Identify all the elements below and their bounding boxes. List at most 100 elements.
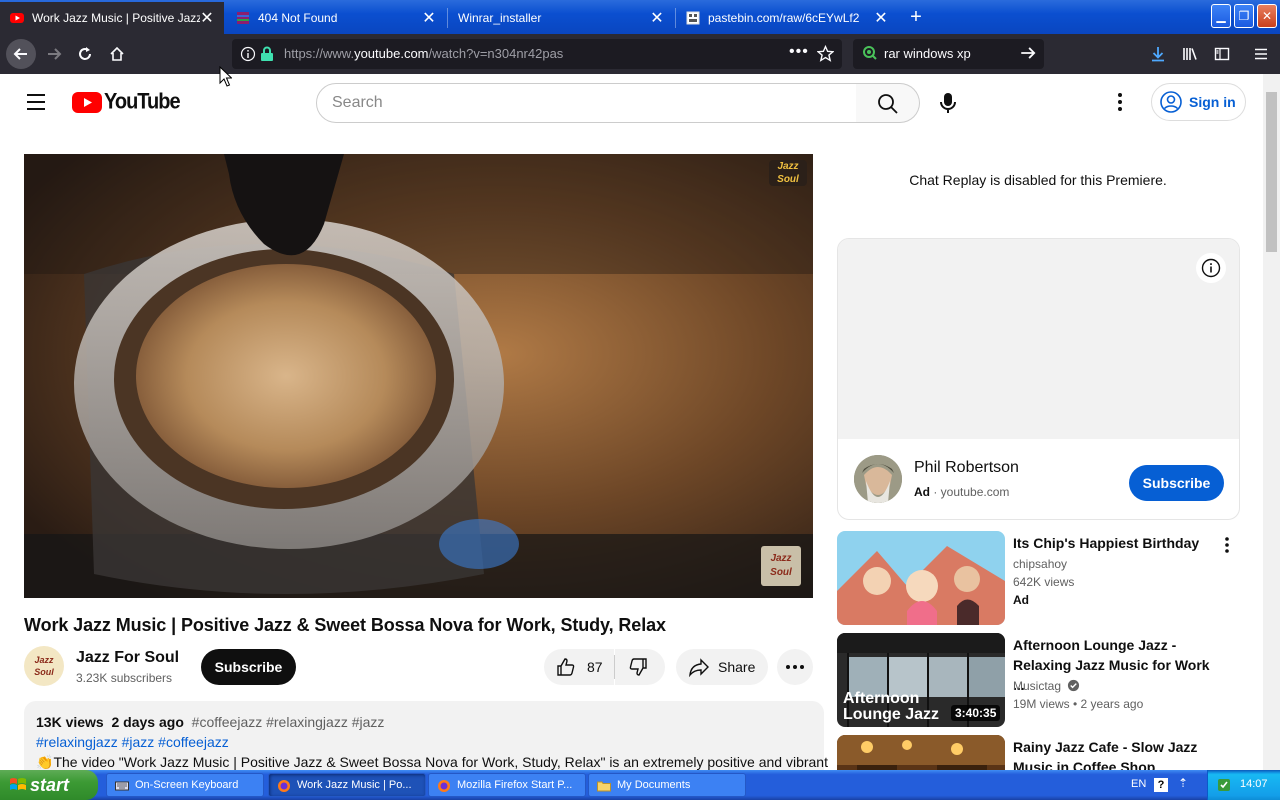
tab-close-icon[interactable]: ✕ bbox=[650, 8, 664, 28]
task-label: Mozilla Firefox Start P... bbox=[457, 779, 573, 791]
ad-info-button[interactable] bbox=[1196, 253, 1226, 283]
search-input[interactable]: Search bbox=[316, 83, 857, 123]
home-button[interactable] bbox=[103, 40, 131, 68]
pastebin-favicon-icon bbox=[686, 11, 700, 25]
recommendation-item[interactable]: Rainy Jazz Cafe - Slow Jazz Music in Cof… bbox=[837, 735, 1240, 770]
dislike-button[interactable] bbox=[615, 649, 665, 685]
sidebar-toggle-button[interactable] bbox=[1208, 40, 1236, 68]
forward-button[interactable] bbox=[40, 40, 68, 68]
tab-winrar-installer[interactable]: Winrar_installer ✕ bbox=[448, 2, 674, 34]
restore-button[interactable]: ❐ bbox=[1234, 4, 1254, 28]
hamburger-menu-icon bbox=[27, 94, 45, 110]
hashtags-inline[interactable]: #coffeejazz #relaxingjazz #jazz bbox=[192, 714, 385, 730]
tab-close-icon[interactable]: ✕ bbox=[874, 8, 888, 28]
language-indicator[interactable]: EN bbox=[1131, 778, 1146, 790]
recommendation-channel[interactable]: chipsahoy bbox=[1013, 557, 1067, 571]
subscribe-button[interactable]: Subscribe bbox=[201, 649, 296, 685]
tab-404[interactable]: 404 Not Found ✕ bbox=[226, 2, 446, 34]
info-icon bbox=[1201, 258, 1221, 278]
page-actions-icon[interactable]: ••• bbox=[789, 43, 809, 61]
start-button[interactable]: start bbox=[0, 770, 98, 800]
tab-close-icon[interactable]: ✕ bbox=[422, 8, 436, 28]
url-text[interactable]: https://www.youtube.com/watch?v=n304nr42… bbox=[284, 46, 563, 61]
microphone-icon bbox=[940, 93, 956, 113]
video-player[interactable]: Jazz Soul Jazz Soul bbox=[24, 154, 813, 598]
site-info-icon[interactable] bbox=[240, 46, 256, 65]
page-scrollbar[interactable] bbox=[1263, 74, 1280, 770]
downloads-button[interactable] bbox=[1144, 40, 1172, 68]
minimize-button[interactable]: ▁ bbox=[1211, 4, 1231, 28]
voice-search-button[interactable] bbox=[938, 92, 958, 119]
video-description[interactable]: 13K views 2 days ago #coffeejazz #relaxi… bbox=[24, 701, 828, 770]
tab-pastebin[interactable]: pastebin.com/raw/6cEYwLf2 ✕ bbox=[676, 2, 898, 34]
search-bar-text[interactable]: rar windows xp bbox=[884, 46, 971, 61]
more-horizontal-icon bbox=[786, 665, 804, 669]
share-button[interactable]: Share bbox=[676, 649, 768, 685]
task-label: Work Jazz Music | Po... bbox=[297, 779, 412, 791]
verified-badge-icon bbox=[1068, 679, 1080, 692]
recommendation-thumbnail[interactable] bbox=[837, 531, 1005, 625]
tab-close-icon[interactable]: ✕ bbox=[200, 8, 214, 28]
recommendation-title[interactable]: Its Chip's Happiest Birthday bbox=[1013, 533, 1213, 553]
library-button[interactable] bbox=[1176, 40, 1204, 68]
recommendation-item[interactable]: Its Chip's Happiest Birthday chipsahoy 6… bbox=[837, 531, 1240, 627]
youtube-logo[interactable]: YouTube bbox=[72, 90, 181, 114]
more-actions-button[interactable] bbox=[777, 649, 813, 685]
like-button[interactable]: 87 bbox=[544, 649, 614, 685]
bookmark-star-icon[interactable] bbox=[816, 44, 835, 65]
back-button[interactable] bbox=[6, 39, 36, 69]
recommendation-menu-button[interactable] bbox=[1217, 535, 1237, 560]
taskbar-item-firefox-youtube[interactable]: Work Jazz Music | Po... bbox=[268, 773, 426, 797]
recommendation-title[interactable]: Rainy Jazz Cafe - Slow Jazz Music in Cof… bbox=[1013, 737, 1213, 770]
new-tab-button[interactable]: + bbox=[906, 4, 926, 30]
hashtags-line[interactable]: #relaxingjazz #jazz #coffeejazz bbox=[36, 734, 229, 750]
clock[interactable]: 14:07 bbox=[1240, 778, 1268, 790]
recommendation-thumbnail[interactable]: Afternoon Lounge Jazz 3:40:35 bbox=[837, 633, 1005, 727]
youtube-play-logo-icon bbox=[72, 92, 102, 113]
channel-branding-watermark[interactable]: Jazz Soul bbox=[761, 546, 801, 586]
taskbar-item-firefox-start[interactable]: Mozilla Firefox Start P... bbox=[428, 773, 586, 797]
recommendation-item[interactable]: Afternoon Lounge Jazz 3:40:35 Afternoon … bbox=[837, 633, 1240, 729]
clapping-emoji-icon: 👏 bbox=[36, 754, 54, 770]
taskbar-item-onscreen-keyboard[interactable]: On-Screen Keyboard bbox=[106, 773, 264, 797]
ad-card[interactable]: Phil Robertson Ad · youtube.com Subscrib… bbox=[837, 238, 1240, 520]
channel-avatar[interactable]: Jazz Soul bbox=[24, 646, 64, 686]
settings-menu-button[interactable] bbox=[1110, 91, 1130, 118]
search-go-icon[interactable] bbox=[1019, 44, 1037, 65]
windows-taskbar: start On-Screen Keyboard Work Jazz Music… bbox=[0, 770, 1280, 800]
forward-arrow-icon bbox=[48, 48, 62, 60]
tab-label: 404 Not Found bbox=[258, 11, 338, 25]
app-menu-button[interactable] bbox=[1247, 40, 1275, 68]
reload-button[interactable] bbox=[71, 40, 99, 68]
recommendation-thumbnail[interactable] bbox=[837, 735, 1005, 770]
advertiser-name[interactable]: Phil Robertson bbox=[914, 459, 1019, 477]
ad-media-area[interactable] bbox=[838, 239, 1239, 439]
task-label: On-Screen Keyboard bbox=[135, 779, 239, 791]
recommendation-channel[interactable]: Musictag bbox=[1013, 679, 1080, 693]
guide-menu-button[interactable] bbox=[24, 92, 48, 117]
search-bar[interactable]: rar windows xp bbox=[853, 39, 1044, 69]
search-engine-icon[interactable] bbox=[862, 45, 878, 64]
ad-meta: Ad · youtube.com bbox=[914, 485, 1010, 499]
taskbar-item-my-documents[interactable]: My Documents bbox=[588, 773, 746, 797]
hamburger-menu-icon bbox=[1255, 48, 1267, 60]
channel-name[interactable]: Jazz For Soul bbox=[76, 649, 179, 667]
close-window-button[interactable]: ✕ bbox=[1257, 4, 1277, 28]
share-arrow-icon bbox=[689, 658, 709, 677]
firefox-icon bbox=[278, 780, 290, 792]
tab-youtube[interactable]: Work Jazz Music | Positive Jazz & S ✕ bbox=[0, 2, 224, 34]
language-bar-options-icon[interactable]: ⇡ bbox=[1178, 776, 1188, 790]
more-vertical-icon bbox=[1118, 93, 1122, 111]
subscriber-count: 3.23K subscribers bbox=[76, 671, 173, 685]
sign-in-button[interactable]: Sign in bbox=[1151, 83, 1246, 121]
chat-replay-note: Chat Replay is disabled for this Premier… bbox=[909, 172, 1167, 188]
address-bar[interactable]: https://www.youtube.com/watch?v=n304nr42… bbox=[232, 39, 842, 69]
ad-subscribe-button[interactable]: Subscribe bbox=[1129, 465, 1224, 501]
network-tray-icon bbox=[1218, 779, 1230, 791]
channel-watermark: Jazz Soul bbox=[769, 160, 807, 186]
search-button[interactable] bbox=[856, 83, 920, 123]
help-icon[interactable]: ? bbox=[1154, 778, 1168, 792]
home-icon bbox=[110, 46, 124, 61]
advertiser-avatar[interactable] bbox=[854, 455, 902, 503]
scrollbar-thumb[interactable] bbox=[1266, 92, 1277, 252]
